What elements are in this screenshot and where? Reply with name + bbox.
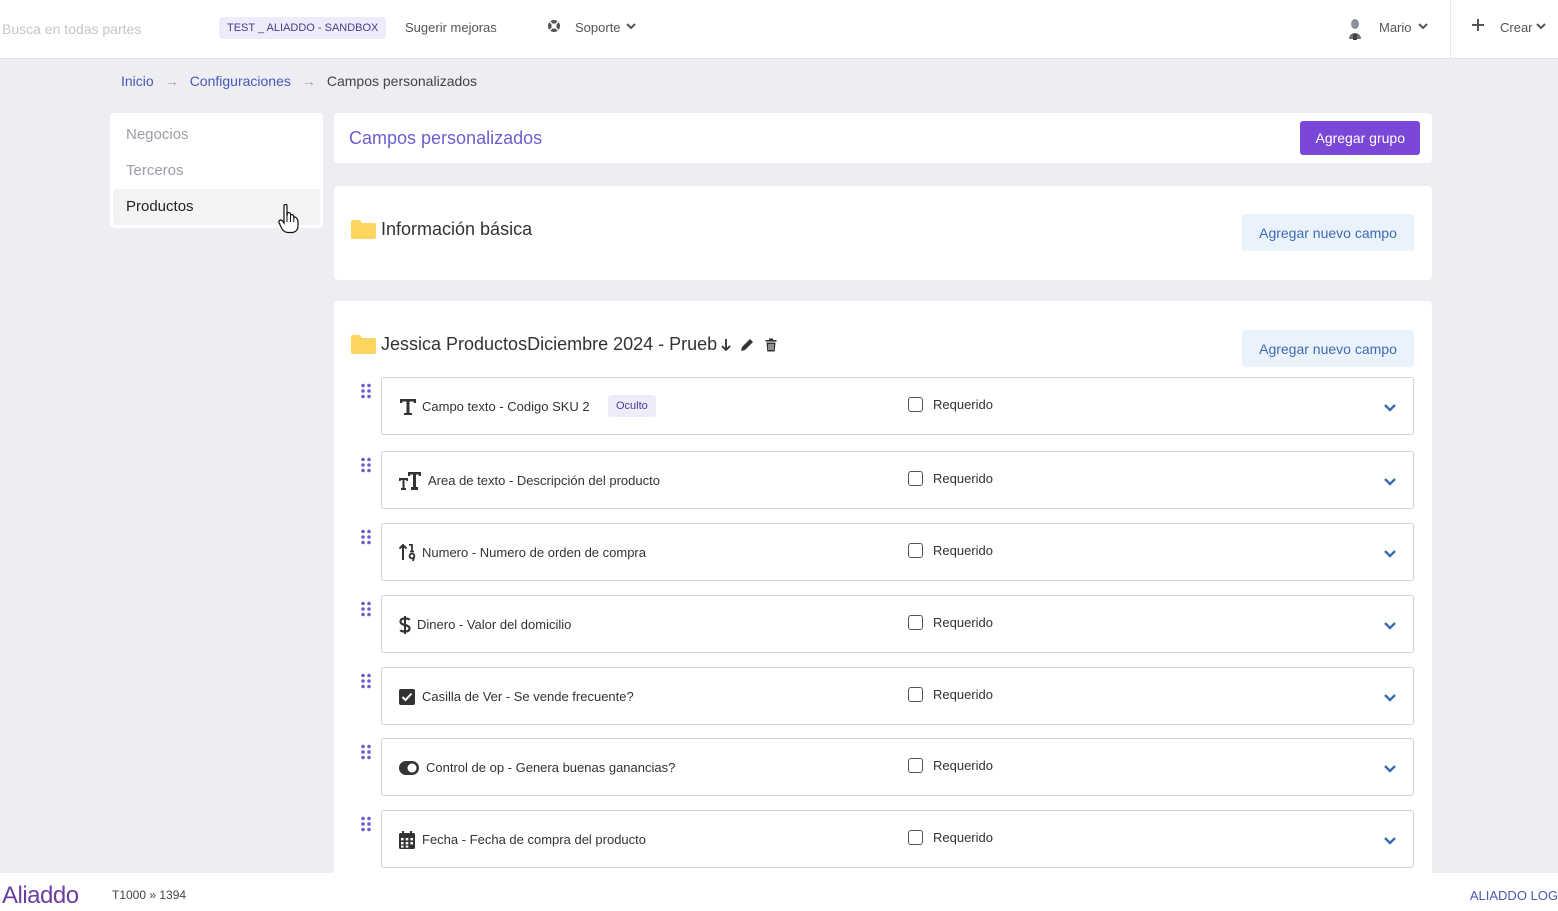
required-checkbox[interactable] [908,758,923,773]
required-checkbox[interactable] [908,397,923,412]
required-label: Requerido [933,758,993,773]
support-chevron-down-icon[interactable] [625,20,637,32]
user-chevron-down-icon[interactable] [1417,20,1429,32]
create-menu[interactable]: Crear [1500,20,1533,35]
drag-handle-icon[interactable] [360,673,372,689]
required-label: Requerido [933,397,993,412]
breadcrumb-arrow-icon: → [301,73,316,89]
aliaddo-log-link[interactable]: ALIADDO LOG [1470,888,1558,903]
chevron-down-icon[interactable] [1383,400,1397,414]
chevron-down-icon[interactable] [1383,761,1397,775]
sidebar-item-terceros[interactable]: Terceros [113,153,320,189]
folder-icon [351,220,376,239]
field-label: Numero - Numero de orden de compra [422,545,646,560]
suggest-improvements-link[interactable]: Sugerir mejoras [405,20,497,35]
ticket-info: T1000 » 1394 [112,888,187,902]
breadcrumb-arrow-icon: → [164,73,179,89]
group-title: Información básica [381,219,533,239]
trash-icon[interactable] [764,338,778,352]
chevron-down-icon[interactable] [1383,474,1397,488]
drag-handle-icon[interactable] [360,457,372,473]
user-menu[interactable]: Mario [1379,20,1412,35]
dollar-icon [399,616,411,634]
required-checkbox[interactable] [908,687,923,702]
field-label: Casilla de Ver - Se vende frecuente? [422,689,634,704]
breadcrumb: Inicio → Configuraciones → Campos personaliz… [121,73,477,89]
create-chevron-down-icon[interactable] [1535,20,1547,32]
field-label: Campo texto - Codigo SKU 2 [422,399,590,414]
breadcrumb-inicio[interactable]: Inicio [121,73,154,89]
support-menu[interactable]: Soporte [575,20,621,35]
field-group-card: Información básica Agregar nuevo campo [334,186,1432,280]
sidebar-item-negocios[interactable]: Negocios [113,117,320,153]
custom-field-row[interactable]: Fecha - Fecha de compra del producto Req… [381,810,1414,868]
required-label: Requerido [933,615,993,630]
pencil-icon[interactable] [740,338,754,352]
drag-handle-icon[interactable] [360,816,372,832]
required-checkbox[interactable] [908,830,923,845]
custom-field-row[interactable]: Numero - Numero de orden de compra Reque… [381,523,1414,581]
chevron-down-icon[interactable] [1383,546,1397,560]
hidden-badge: Oculto [608,395,656,417]
page-title: Campos personalizados [349,128,543,148]
custom-field-row[interactable]: Control de op - Genera buenas ganancias?… [381,738,1414,796]
topbar-divider [1450,0,1451,59]
required-checkbox[interactable] [908,543,923,558]
text-icon [400,399,416,415]
required-label: Requerido [933,687,993,702]
drag-handle-icon[interactable] [360,383,372,399]
toggle-on-icon [399,761,419,775]
custom-field-row[interactable]: Campo texto - Codigo SKU 2 Oculto Requer… [381,377,1414,435]
add-new-field-button[interactable]: Agregar nuevo campo [1242,330,1414,367]
field-group-card: Jessica ProductosDiciembre 2024 - Prueb … [334,301,1432,881]
add-group-button[interactable]: Agregar grupo [1300,121,1420,155]
sort-numeric-icon [399,544,416,562]
required-label: Requerido [933,543,993,558]
global-search-input[interactable] [0,18,200,40]
breadcrumb-configuraciones[interactable]: Configuraciones [190,73,291,89]
page-header: Campos personalizados Agregar grupo [334,113,1432,163]
top-bar: TEST _ ALIADDO - SANDBOX Sugerir mejoras… [0,0,1558,59]
calendar-icon [399,831,415,849]
hand-cursor-icon [278,204,299,234]
footer: Aliaddo T1000 » 1394 ALIADDO LOG [0,873,1558,911]
user-avatar-icon[interactable] [1347,17,1363,41]
drag-handle-icon[interactable] [360,601,372,617]
support-lifering-icon[interactable] [547,19,561,33]
required-label: Requerido [933,471,993,486]
field-label: Area de texto - Descripción del producto [428,473,660,488]
field-label: Dinero - Valor del domicilio [417,617,572,632]
environment-badge[interactable]: TEST _ ALIADDO - SANDBOX [219,17,387,39]
field-label: Fecha - Fecha de compra del producto [422,832,647,847]
plus-icon[interactable] [1471,18,1485,32]
required-label: Requerido [933,830,993,845]
group-title: Jessica ProductosDiciembre 2024 - Prueb [381,334,718,354]
required-checkbox[interactable] [908,471,923,486]
custom-field-row[interactable]: Dinero - Valor del domicilio Requerido [381,595,1414,653]
chevron-down-icon[interactable] [1383,618,1397,632]
required-checkbox[interactable] [908,615,923,630]
text-height-icon [399,472,421,490]
custom-field-row[interactable]: Area de texto - Descripción del producto… [381,451,1414,509]
checkbox-checked-icon [399,689,415,705]
add-new-field-button[interactable]: Agregar nuevo campo [1242,214,1414,251]
chevron-down-icon[interactable] [1383,833,1397,847]
drag-handle-icon[interactable] [360,744,372,760]
field-label: Control de op - Genera buenas ganancias? [426,760,676,775]
breadcrumb-current: Campos personalizados [326,73,478,89]
aliaddo-logo: Aliaddo [2,882,79,909]
chevron-down-icon[interactable] [1383,690,1397,704]
custom-field-row[interactable]: Casilla de Ver - Se vende frecuente? Req… [381,667,1414,725]
arrow-down-icon[interactable] [719,338,733,352]
folder-icon [351,335,376,354]
drag-handle-icon[interactable] [360,529,372,545]
